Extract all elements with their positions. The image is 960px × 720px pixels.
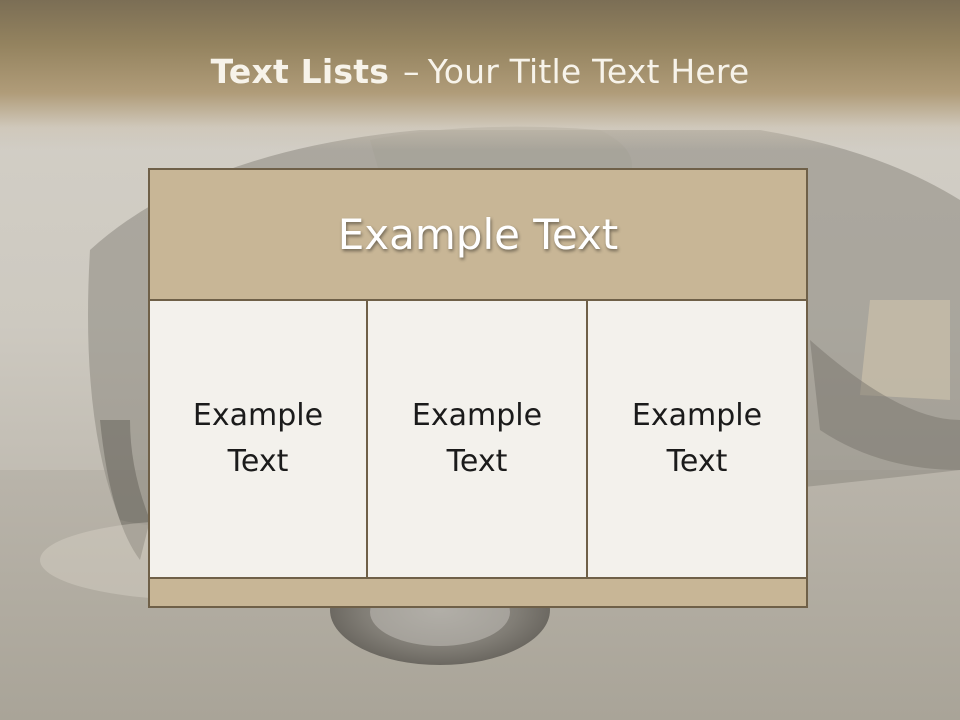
title-bold-text: Text Lists (210, 52, 390, 91)
table-cell-2-text: Example Text (411, 398, 543, 479)
title-dash: – (403, 52, 420, 91)
table-footer (150, 577, 806, 606)
text-list-table: Example Text Example Text Example Text E… (148, 168, 808, 608)
table-cell-1-text: Example Text (192, 398, 324, 479)
table-cell-3-text: Example Text (631, 398, 763, 479)
slide-title: Text Lists – Your Title Text Here (0, 52, 960, 91)
title-text: Your Title Text Here (427, 52, 750, 91)
table-header-text: Example Text (337, 210, 619, 259)
table-cell-1: Example Text (150, 301, 368, 577)
table-cell-3: Example Text (588, 301, 806, 577)
table-cell-2: Example Text (368, 301, 588, 577)
table-header: Example Text (150, 170, 806, 301)
slide: Text Lists – Your Title Text Here Example … (0, 0, 960, 720)
